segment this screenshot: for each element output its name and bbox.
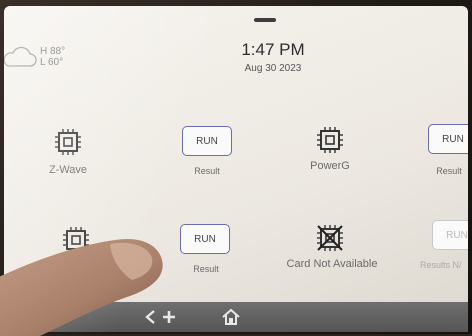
chip-icon (317, 127, 343, 153)
pull-down-handle[interactable] (254, 18, 276, 22)
sd-result: Result (193, 264, 219, 274)
home-icon[interactable] (220, 306, 242, 328)
powerg-run-button[interactable]: RUN (428, 124, 468, 154)
add-icon[interactable] (158, 306, 180, 328)
bottom-nav-bar (4, 302, 468, 332)
weather-low: L 60° (40, 57, 64, 68)
cloud-icon (4, 46, 37, 67)
weather-temps: H 88° L 60° (40, 46, 65, 68)
sd-run-button[interactable]: RUN (180, 224, 230, 254)
sd-label: SD (52, 262, 68, 274)
clock-time: 1:47 PM (241, 40, 305, 59)
zwave-result: Result (194, 166, 220, 176)
zwave-run-button[interactable]: RUN (182, 126, 232, 156)
chip-icon (63, 227, 89, 253)
weather-high: H 88° (40, 46, 66, 57)
clock-date: Aug 30 2023 (244, 63, 302, 74)
card-run-button[interactable]: RUN (432, 220, 468, 250)
powerg-label: PowerG (310, 160, 350, 172)
card-not-available-label: Card Not Available (286, 258, 378, 270)
chip-icon (55, 129, 81, 155)
zwave-label: Z-Wave (48, 164, 88, 176)
powerg-result: Result (436, 166, 462, 176)
touchscreen: H 88° L 60° 1:47 PM Aug 30 2023 Z-Wave R… (4, 6, 468, 332)
chip-crossed-icon (317, 225, 343, 251)
card-result: Results N/ (420, 260, 462, 270)
